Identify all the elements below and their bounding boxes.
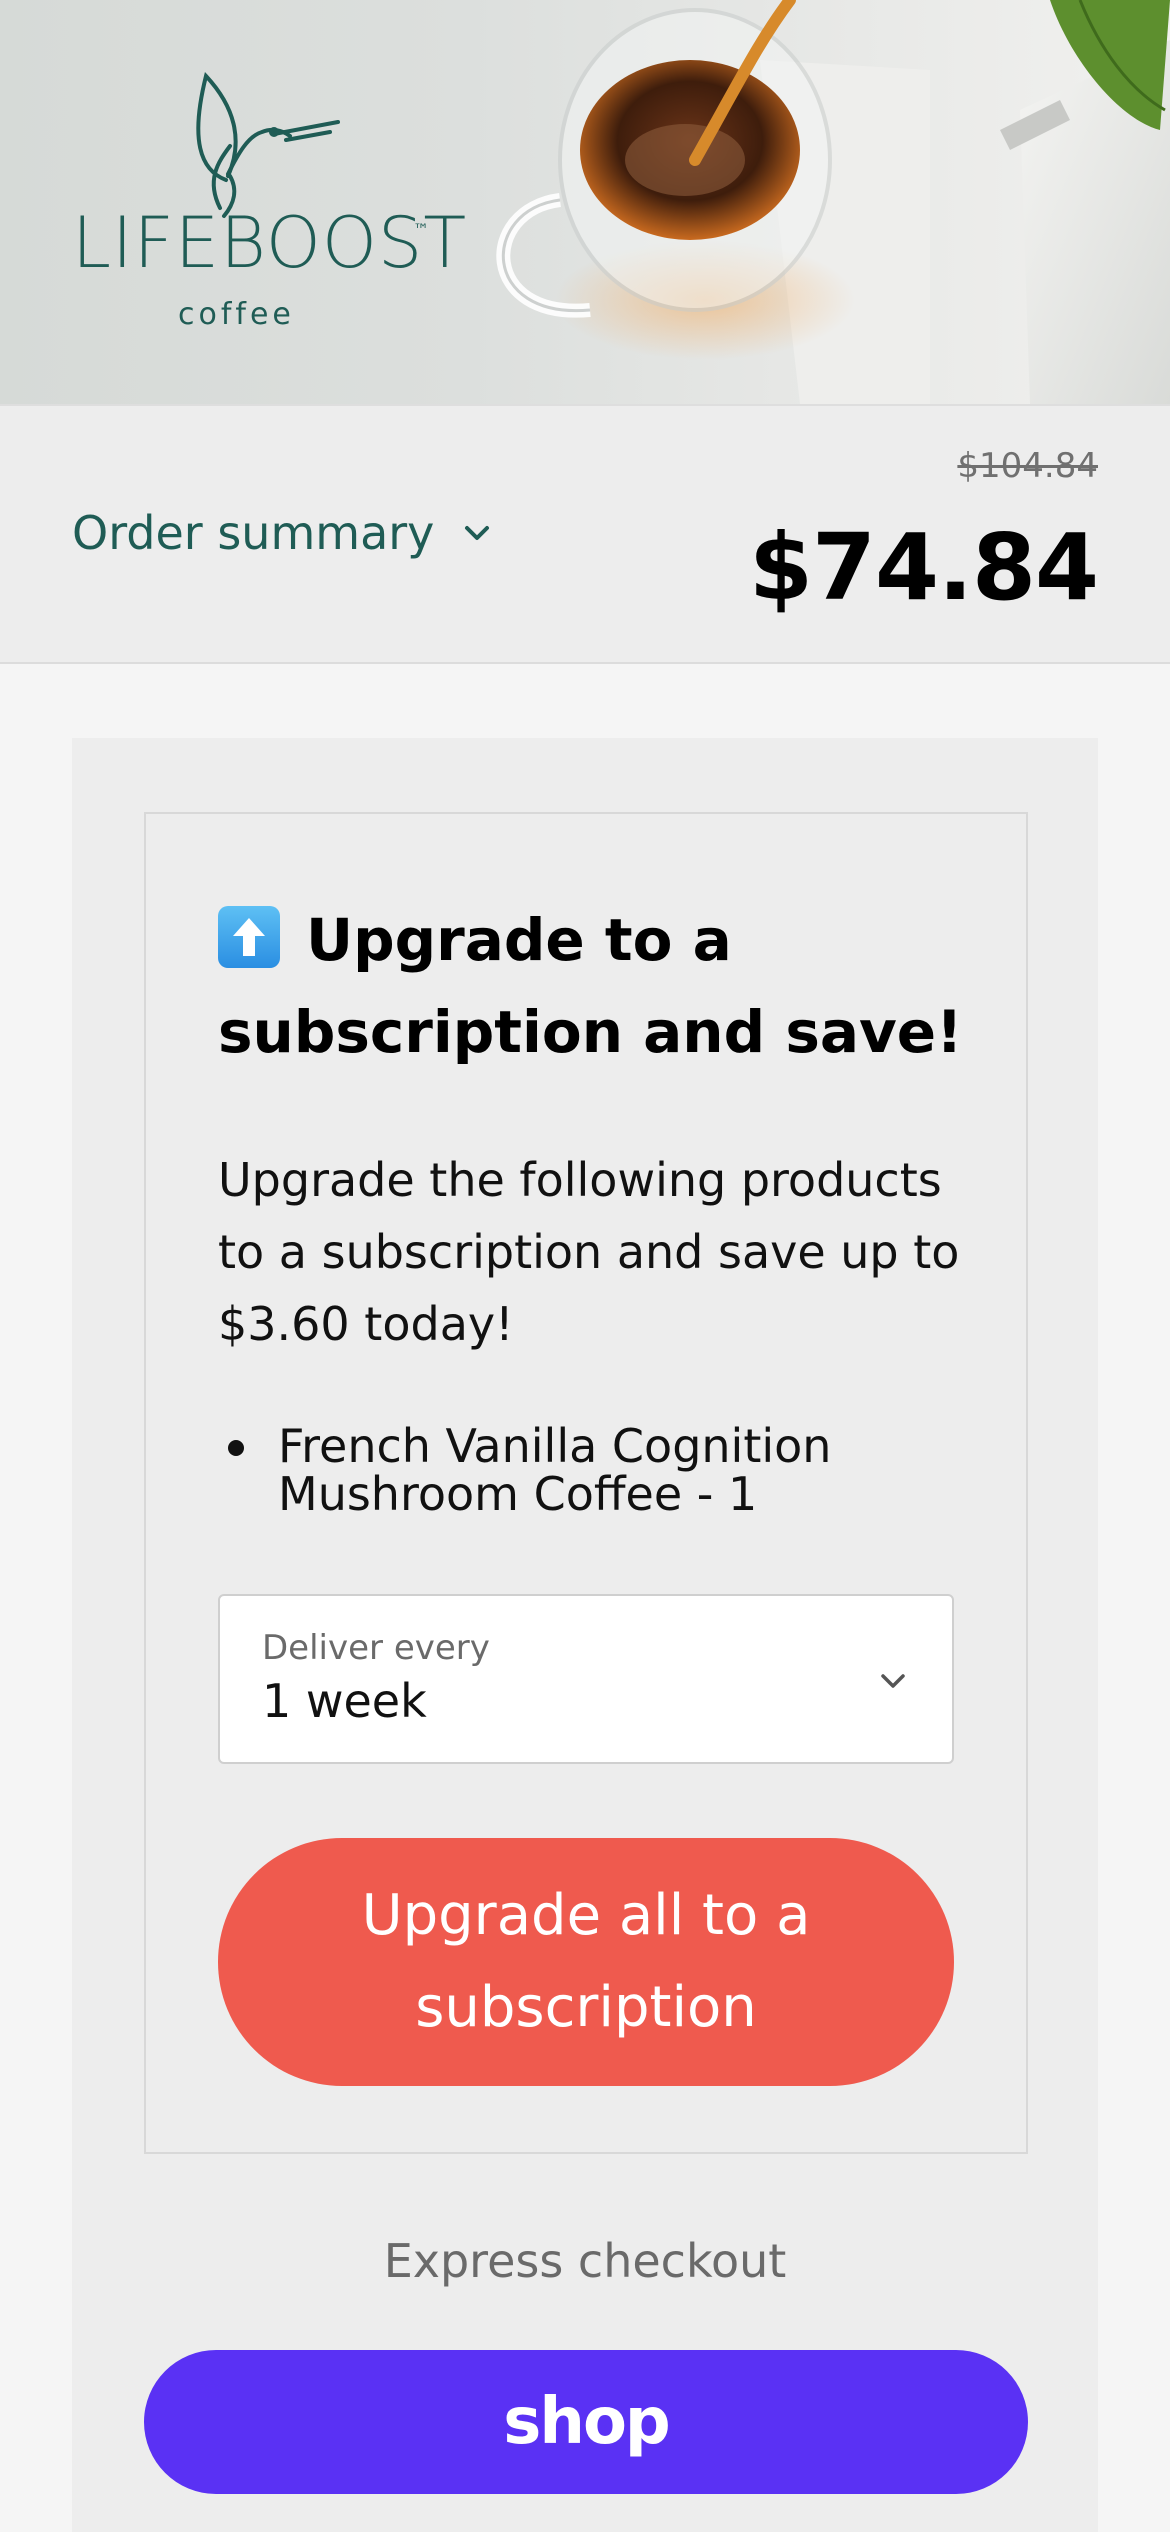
order-summary-label: Order summary xyxy=(72,506,435,560)
original-price: $104.84 xyxy=(957,446,1098,486)
brand-tagline: coffee xyxy=(178,297,295,332)
bullet-icon xyxy=(228,1440,244,1456)
up-arrow-icon xyxy=(218,906,280,968)
delivery-frequency-label: Deliver every xyxy=(262,1628,490,1668)
shop-pay-logo: shop xyxy=(503,2385,670,2459)
upsell-heading: Upgrade to a subscription and save! xyxy=(218,894,978,1078)
delivery-frequency-value: 1 week xyxy=(262,1674,427,1728)
order-summary-toggle[interactable]: Order summary xyxy=(72,506,494,560)
upgrade-subscription-button[interactable]: Upgrade all to a subscription xyxy=(218,1838,954,2086)
chevron-down-icon xyxy=(465,526,490,540)
trademark-symbol: ™ xyxy=(413,220,429,239)
hero-banner: LIFEBOOST ™ coffee xyxy=(0,0,1170,404)
upsell-product-list: French Vanilla Cognition Mushroom Coffee… xyxy=(218,1422,978,1518)
list-item: French Vanilla Cognition Mushroom Coffee… xyxy=(218,1422,978,1518)
brand-wordmark: LIFEBOOST xyxy=(72,202,468,284)
coffee-cup-photo xyxy=(496,0,1170,404)
total-price: $74.84 xyxy=(748,514,1099,621)
product-name: French Vanilla Cognition Mushroom Coffee… xyxy=(278,1419,832,1521)
brand-logo: LIFEBOOST ™ coffee xyxy=(68,70,466,340)
express-checkout-label: Express checkout xyxy=(383,2234,787,2288)
delivery-frequency-select[interactable]: Deliver every 1 week xyxy=(218,1594,954,1764)
checkout-panel: Upgrade to a subscription and save! Upgr… xyxy=(72,738,1098,2532)
chevron-down-icon xyxy=(881,1674,905,1688)
upsell-title-text: Upgrade to a subscription and save! xyxy=(218,906,963,1066)
upsell-description: Upgrade the following products to a subs… xyxy=(218,1153,960,1351)
order-summary-bar: Order summary $104.84 $74.84 xyxy=(0,404,1170,664)
shop-pay-button[interactable]: shop xyxy=(144,2350,1028,2494)
subscription-upsell-card: Upgrade to a subscription and save! Upgr… xyxy=(144,812,1028,2154)
